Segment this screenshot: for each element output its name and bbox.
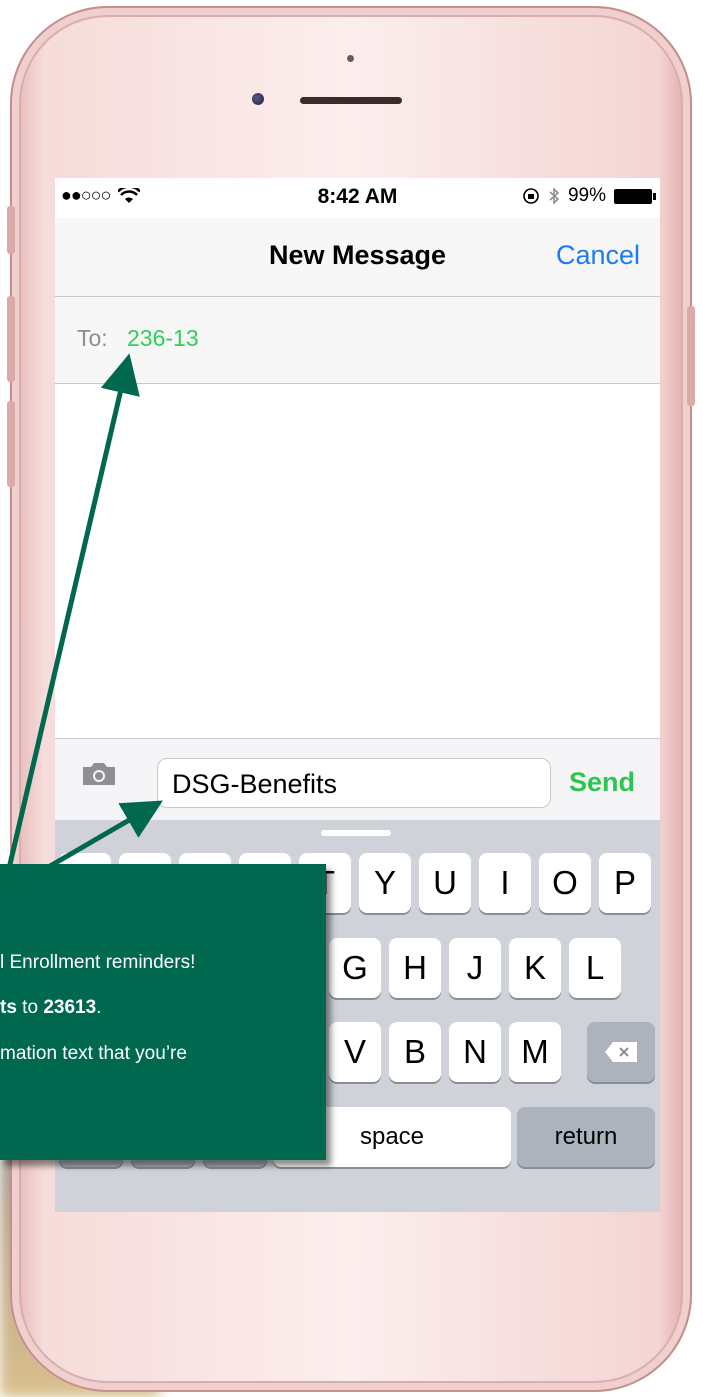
return-key[interactable]: return — [517, 1107, 655, 1167]
key-n[interactable]: N — [449, 1022, 501, 1082]
recipient-value[interactable]: 236-13 — [127, 325, 199, 352]
volume-down-button — [7, 401, 15, 487]
key-v[interactable]: V — [329, 1022, 381, 1082]
earpiece-speaker — [300, 97, 402, 104]
key-y[interactable]: Y — [359, 853, 411, 913]
key-b[interactable]: B — [389, 1022, 441, 1082]
status-bar: ●●○○○ 8:42 AM 99% — [55, 178, 660, 216]
mute-switch — [7, 206, 15, 254]
key-o[interactable]: O — [539, 853, 591, 913]
power-button — [687, 306, 695, 406]
camera-icon[interactable] — [81, 761, 117, 787]
proximity-sensor — [347, 55, 354, 62]
key-g[interactable]: G — [329, 938, 381, 998]
callout-line-1: l Enrollment reminders! — [0, 952, 196, 973]
callout-to: to — [16, 997, 44, 1018]
callout-line-3: mation text that you’re — [0, 1043, 187, 1064]
send-button[interactable]: Send — [569, 767, 635, 798]
battery-icon — [614, 188, 656, 204]
key-i[interactable]: I — [479, 853, 531, 913]
key-j[interactable]: J — [449, 938, 501, 998]
front-camera — [252, 93, 264, 105]
key-l[interactable]: L — [569, 938, 621, 998]
key-m[interactable]: M — [509, 1022, 561, 1082]
key-u[interactable]: U — [419, 853, 471, 913]
callout-shortcode: 23613 — [43, 997, 97, 1018]
key-p[interactable]: P — [599, 853, 651, 913]
battery-percent: 99% — [567, 185, 606, 206]
recipient-label: To: — [77, 325, 108, 351]
recipient-field[interactable]: To: 236-13 — [55, 297, 660, 384]
navigation-bar: New Message Cancel — [55, 218, 660, 297]
callout-line-2: ts to 23613. — [0, 997, 101, 1019]
bluetooth-icon — [549, 187, 560, 205]
backspace-icon — [605, 1042, 637, 1062]
message-input[interactable]: DSG-Benefits — [157, 758, 551, 808]
key-k[interactable]: K — [509, 938, 561, 998]
volume-up-button — [7, 296, 15, 382]
keyboard-handle — [321, 830, 391, 836]
key-h[interactable]: H — [389, 938, 441, 998]
cancel-button[interactable]: Cancel — [556, 240, 640, 271]
callout-keyword: ts — [0, 997, 17, 1018]
delete-key[interactable] — [587, 1022, 655, 1082]
orientation-lock-icon — [523, 188, 539, 204]
instruction-callout: l Enrollment reminders! ts to 23613. mat… — [0, 864, 326, 1160]
callout-period: . — [96, 997, 102, 1018]
status-right: 99% — [522, 185, 656, 207]
compose-bar: DSG-Benefits Send — [55, 738, 660, 821]
